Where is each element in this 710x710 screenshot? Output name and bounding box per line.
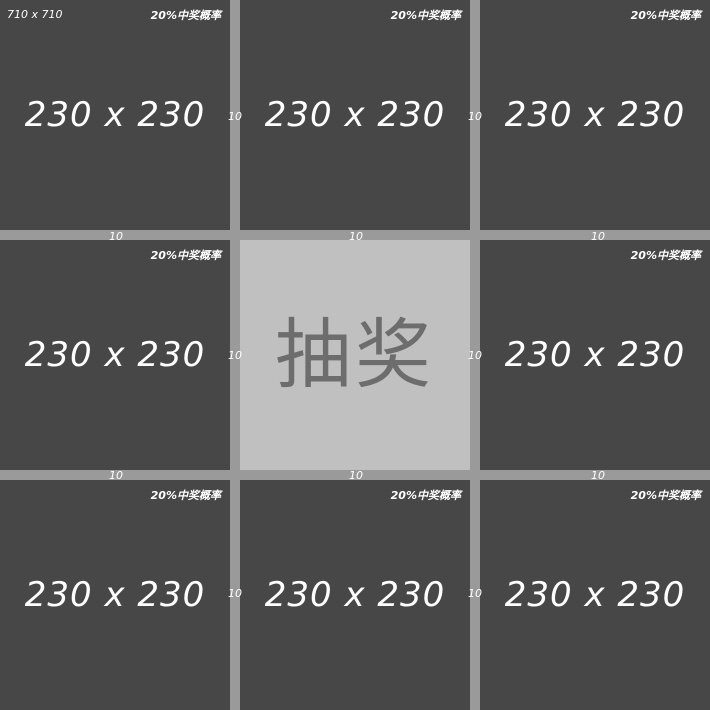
gap-label: 10	[468, 110, 482, 123]
cell-dimensions-label: 230 x 230	[504, 575, 686, 615]
gap-label: 10	[228, 110, 242, 123]
prize-cell-3[interactable]: 20%中奖概率 230 x 230	[480, 0, 710, 230]
win-probability-label: 20%中奖概率	[150, 249, 221, 262]
cell-dimensions-label: 230 x 230	[24, 95, 206, 135]
win-probability-label: 20%中奖概率	[630, 9, 701, 22]
cell-dimensions-label: 230 x 230	[24, 575, 206, 615]
draw-button[interactable]: 抽奖	[240, 240, 470, 470]
prize-cell-1[interactable]: 20%中奖概率 230 x 230	[0, 0, 230, 230]
draw-button-label: 抽奖	[275, 310, 435, 399]
gap-label: 10	[349, 469, 363, 482]
prize-cell-8[interactable]: 20%中奖概率 230 x 230	[0, 240, 230, 470]
gap-label: 10	[591, 469, 605, 482]
gap-label: 10	[109, 230, 123, 243]
gap-label: 10	[468, 349, 482, 362]
lottery-board: 710 x 710 20%中奖概率 230 x 230 20%中奖概率 230 …	[0, 0, 710, 710]
win-probability-label: 20%中奖概率	[390, 489, 461, 502]
prize-cell-7[interactable]: 20%中奖概率 230 x 230	[0, 480, 230, 710]
prize-cell-2[interactable]: 20%中奖概率 230 x 230	[240, 0, 470, 230]
cell-dimensions-label: 230 x 230	[504, 95, 686, 135]
win-probability-label: 20%中奖概率	[150, 9, 221, 22]
win-probability-label: 20%中奖概率	[630, 249, 701, 262]
prize-cell-4[interactable]: 20%中奖概率 230 x 230	[480, 240, 710, 470]
prize-cell-5[interactable]: 20%中奖概率 230 x 230	[480, 480, 710, 710]
cell-dimensions-label: 230 x 230	[24, 335, 206, 375]
win-probability-label: 20%中奖概率	[630, 489, 701, 502]
gap-label: 10	[228, 349, 242, 362]
prize-cell-6[interactable]: 20%中奖概率 230 x 230	[240, 480, 470, 710]
gap-label: 10	[591, 230, 605, 243]
cell-dimensions-label: 230 x 230	[264, 95, 446, 135]
gap-label: 10	[228, 587, 242, 600]
gap-label: 10	[349, 230, 363, 243]
cell-dimensions-label: 230 x 230	[264, 575, 446, 615]
canvas-size-label: 710 x 710	[7, 8, 63, 21]
gap-label: 10	[468, 587, 482, 600]
win-probability-label: 20%中奖概率	[150, 489, 221, 502]
cell-dimensions-label: 230 x 230	[504, 335, 686, 375]
gap-label: 10	[109, 469, 123, 482]
win-probability-label: 20%中奖概率	[390, 9, 461, 22]
